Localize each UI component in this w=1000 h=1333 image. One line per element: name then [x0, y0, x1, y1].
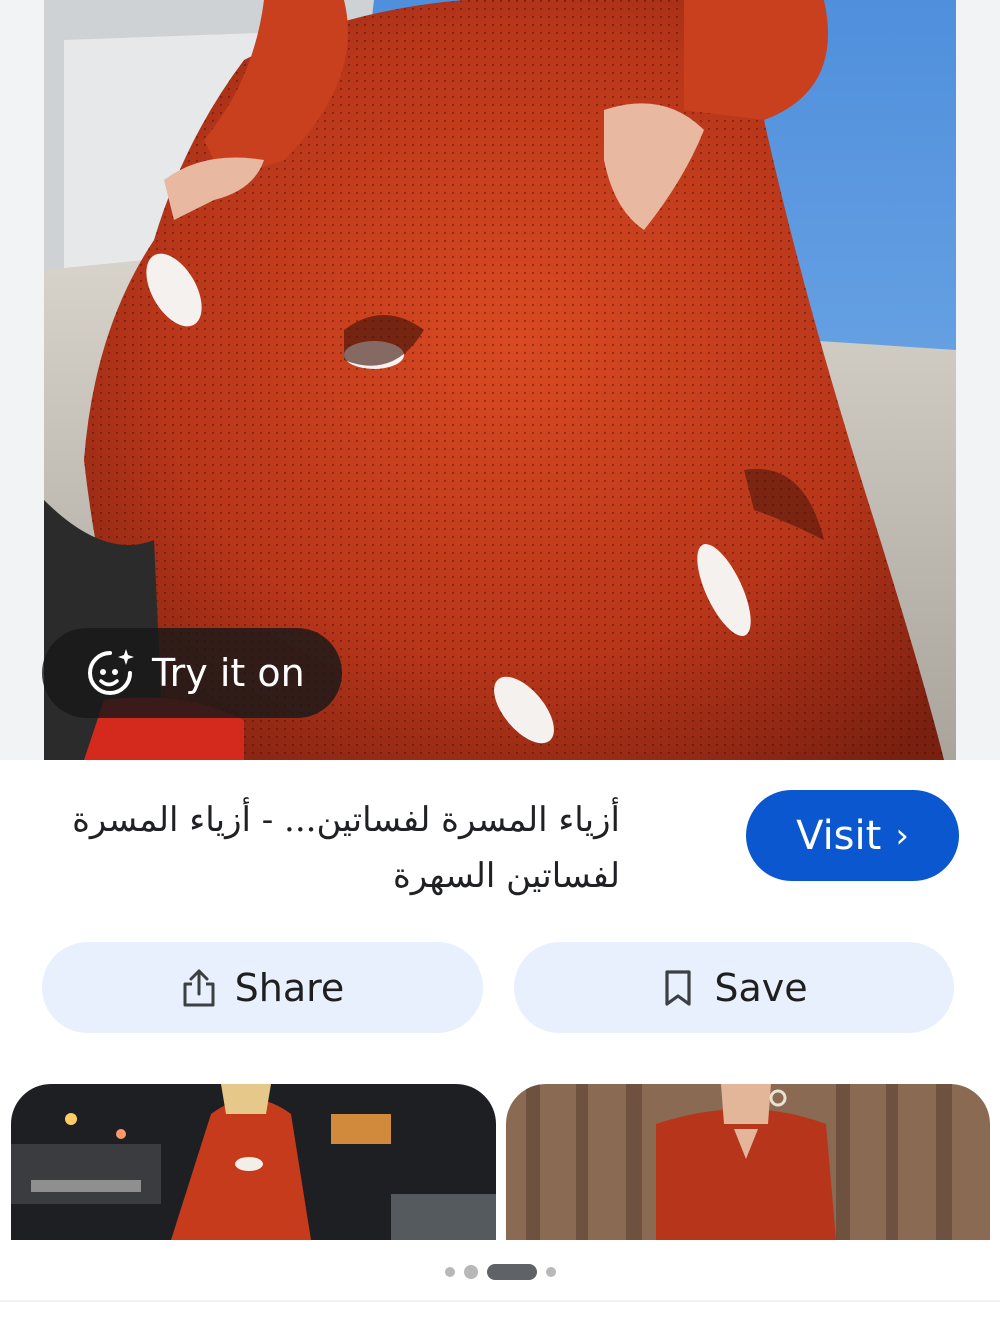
visit-button[interactable]: Visit › — [746, 790, 959, 881]
try-it-on-label: Try it on — [152, 651, 305, 695]
visit-label: Visit — [796, 812, 882, 859]
divider — [0, 1300, 1000, 1302]
pager-dot[interactable] — [545, 1267, 556, 1277]
result-title[interactable]: أزياء المسرة لفساتين... - أزياء المسرة ل… — [40, 792, 620, 904]
share-label: Share — [234, 965, 345, 1010]
pager-dot[interactable] — [444, 1267, 455, 1277]
pager-dot[interactable] — [463, 1265, 478, 1279]
related-thumbnail[interactable] — [11, 1084, 496, 1240]
hero-background: Try it on — [0, 0, 1000, 760]
save-label: Save — [714, 965, 808, 1010]
face-sparkle-icon — [82, 645, 138, 701]
bookmark-icon — [660, 968, 696, 1008]
image-viewer-page: Try it on أزياء المسرة لفساتين... - أزيا… — [0, 0, 1000, 1333]
pager-dot-active[interactable] — [486, 1264, 537, 1280]
chevron-right-icon: › — [895, 815, 909, 856]
related-thumbnail[interactable] — [506, 1084, 990, 1240]
share-button[interactable]: Share — [42, 942, 483, 1033]
share-icon — [181, 968, 217, 1008]
try-it-on-button[interactable]: Try it on — [42, 628, 342, 718]
save-button[interactable]: Save — [514, 942, 954, 1033]
carousel-pager — [0, 1262, 1000, 1282]
